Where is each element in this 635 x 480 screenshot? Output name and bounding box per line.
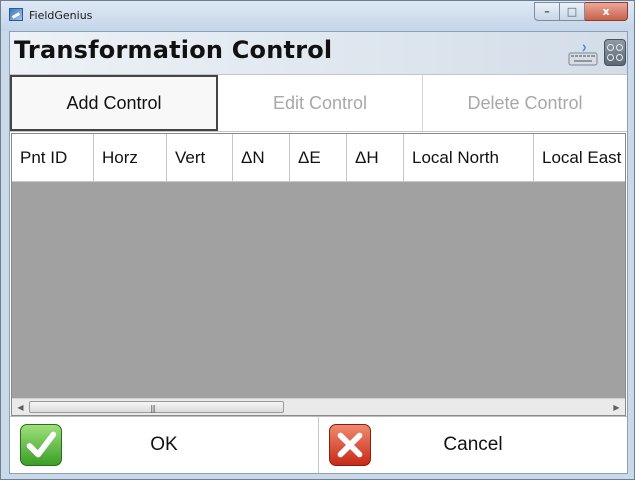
column-header-delta-n[interactable]: ΔN [233, 134, 290, 182]
title-bar: FieldGenius – □ x [1, 1, 634, 31]
cancel-label: Cancel [443, 434, 503, 455]
ok-label: OK [150, 434, 178, 455]
scroll-left-icon[interactable]: ◀ [12, 399, 29, 415]
table-header: Pnt ID Horz Vert ΔN ΔE ΔH Local North Lo… [12, 134, 625, 182]
scroll-right-icon[interactable]: ▶ [608, 399, 625, 415]
edit-control-button[interactable]: Edit Control [218, 75, 423, 131]
add-control-button[interactable]: Add Control [10, 75, 218, 131]
x-icon [329, 424, 371, 466]
settings-icon[interactable] [604, 39, 626, 66]
client-area: Transformation Control Add Control Edit … [9, 31, 628, 474]
checkmark-icon [20, 424, 62, 466]
minimize-button[interactable]: – [534, 2, 560, 21]
window-title: FieldGenius [29, 9, 93, 22]
fieldgenius-app-icon [9, 8, 23, 21]
ok-button[interactable]: OK [10, 417, 318, 473]
column-header-delta-h[interactable]: ΔH [347, 134, 404, 182]
column-header-horz[interactable]: Horz [94, 134, 167, 182]
page-title: Transformation Control [14, 36, 333, 64]
maximize-button[interactable]: □ [560, 2, 585, 21]
column-header-local-north[interactable]: Local North [404, 134, 534, 182]
control-table[interactable]: Pnt ID Horz Vert ΔN ΔE ΔH Local North Lo… [11, 133, 626, 416]
page-header: Transformation Control [10, 32, 627, 74]
toolbar: Add Control Edit Control Delete Control [10, 74, 627, 132]
action-bar: OK Cancel [10, 416, 627, 473]
column-header-vert[interactable]: Vert [167, 134, 233, 182]
column-header-local-east[interactable]: Local East [534, 134, 625, 182]
horizontal-scrollbar[interactable]: ◀ ||| ▶ [12, 398, 625, 415]
app-window: FieldGenius – □ x Transformation Control [0, 0, 635, 480]
column-header-pnt-id[interactable]: Pnt ID [12, 134, 94, 182]
close-button[interactable]: x [585, 2, 628, 21]
window-controls: – □ x [534, 2, 628, 21]
cancel-button[interactable]: Cancel [318, 417, 627, 473]
column-header-delta-e[interactable]: ΔE [290, 134, 347, 182]
scrollbar-grip-icon: ||| [150, 404, 156, 413]
delete-control-button[interactable]: Delete Control [423, 75, 627, 131]
scrollbar-thumb[interactable]: ||| [29, 401, 284, 413]
keyboard-icon[interactable] [568, 44, 598, 66]
